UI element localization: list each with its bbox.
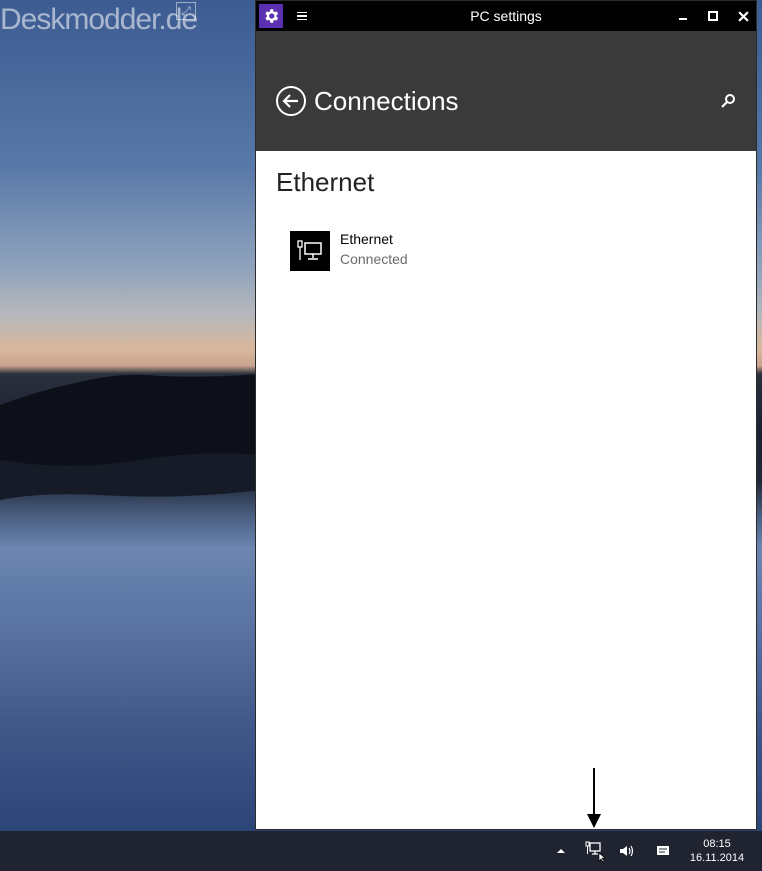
taskbar: 08:15 16.11.2014 [0, 831, 762, 871]
clock-time: 08:15 [703, 838, 731, 850]
speaker-icon [620, 845, 634, 857]
ethernet-tray-icon [585, 841, 606, 863]
title-bar[interactable]: PC settings [256, 1, 756, 31]
volume-tray-button[interactable] [616, 839, 638, 863]
network-name: Ethernet [340, 231, 393, 247]
section-heading: Ethernet [276, 167, 375, 197]
message-icon [657, 846, 669, 855]
clock[interactable]: 08:15 16.11.2014 [684, 837, 750, 865]
search-icon [721, 94, 735, 108]
close-button[interactable] [728, 1, 758, 31]
network-tray-button[interactable] [584, 839, 606, 863]
maximize-icon [708, 11, 718, 21]
ethernet-connection-item[interactable]: Ethernet Connected [290, 229, 490, 271]
annotation-arrow [587, 768, 601, 828]
pc-settings-window: PC settings Connections Ethernet Etherne… [255, 0, 757, 830]
resize-icon: ⤢ [176, 2, 196, 20]
ethernet-icon [290, 231, 330, 271]
close-icon [737, 10, 749, 22]
maximize-button[interactable] [698, 1, 728, 31]
network-status: Connected [340, 251, 408, 267]
back-button[interactable] [276, 86, 306, 116]
back-arrow-icon [282, 94, 298, 108]
search-button[interactable] [718, 91, 738, 111]
page-title: Connections [314, 86, 459, 116]
mountain-silhouette [0, 374, 260, 500]
hand-cursor-icon [598, 852, 606, 863]
page-header: Connections [256, 31, 756, 151]
chevron-up-icon [557, 849, 565, 853]
show-hidden-icons-button[interactable] [550, 839, 572, 863]
action-center-button[interactable] [652, 839, 674, 863]
watermark-text: Deskmodder.de [0, 3, 198, 36]
minimize-button[interactable] [668, 1, 698, 31]
minimize-icon [679, 18, 687, 20]
clock-date: 16.11.2014 [689, 852, 745, 864]
